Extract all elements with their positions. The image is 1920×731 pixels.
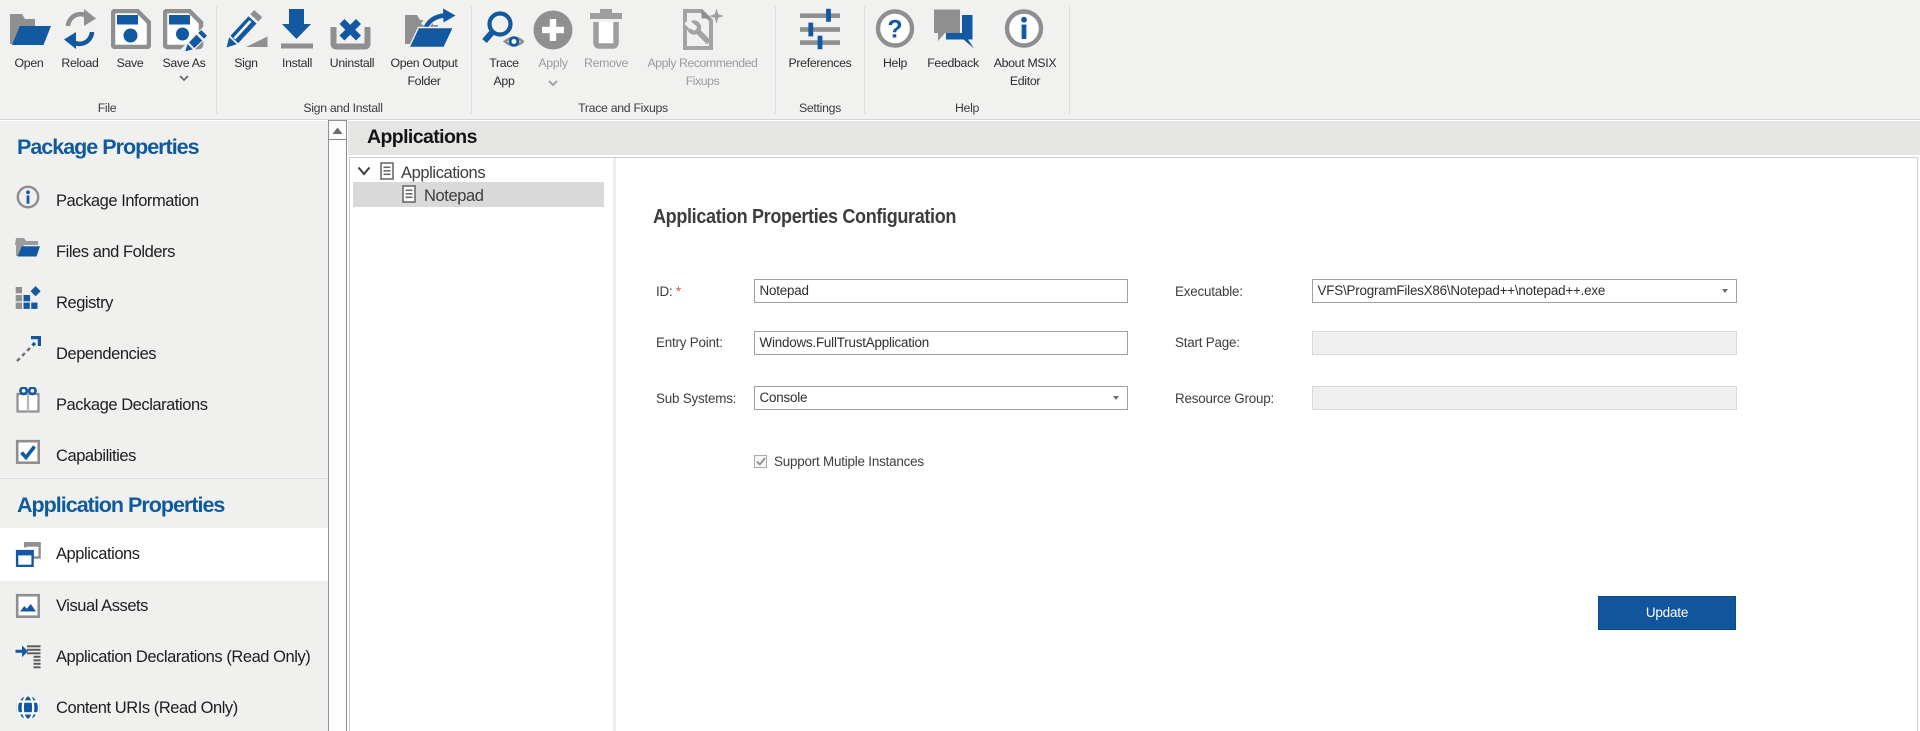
svg-text:?: ? bbox=[887, 16, 902, 44]
